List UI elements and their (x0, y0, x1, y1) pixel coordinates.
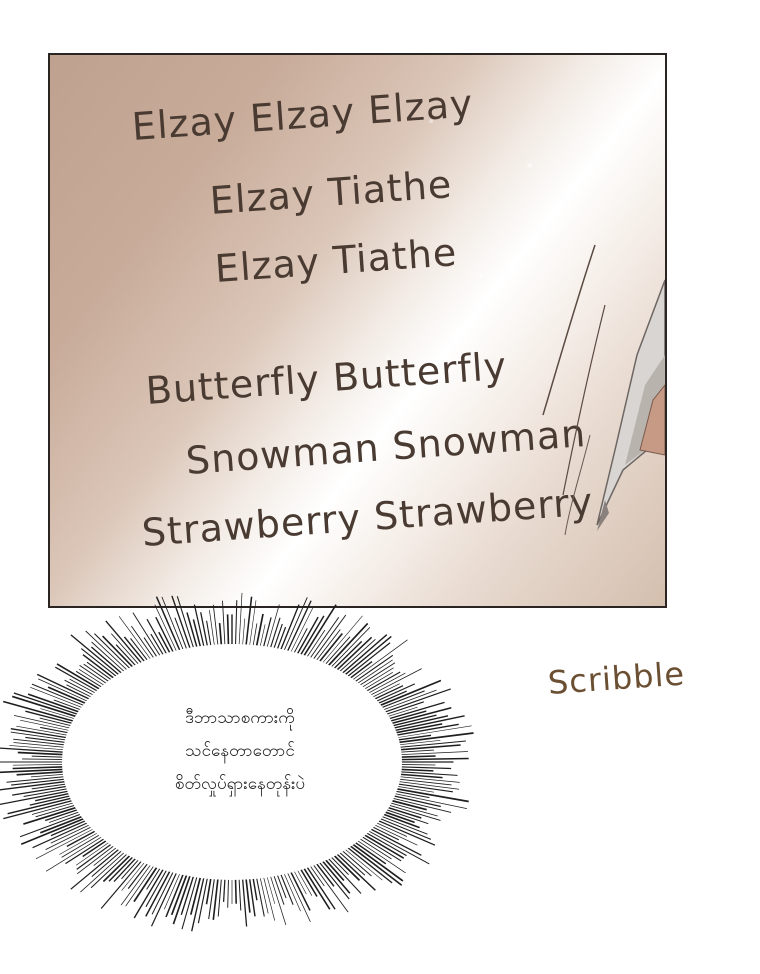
burst-spike (76, 842, 114, 870)
burst-spike (266, 875, 276, 904)
burst-spike (45, 825, 94, 851)
burst-spike (218, 623, 223, 647)
burst-spike (31, 755, 66, 758)
burst-spike (397, 749, 434, 753)
burst-spike (123, 636, 147, 664)
burst-spike (80, 648, 119, 679)
burst-spike (75, 670, 104, 689)
burst-spike (234, 600, 238, 647)
handwriting-line: Elzay Elzay Elzay (130, 81, 475, 149)
sound-effect-text: Scribble (546, 654, 687, 702)
burst-spike (262, 617, 272, 649)
burst-spike (13, 715, 73, 729)
handwriting-line: Snowman Snowman (184, 411, 588, 483)
burst-spike (32, 821, 90, 849)
burst-spike (65, 837, 107, 865)
burst-spike (91, 641, 127, 674)
burst-spike (70, 634, 121, 677)
comic-panel: Elzay Elzay Elzay Elzay Tiathe Elzay Tia… (48, 53, 667, 608)
burst-spike (165, 872, 185, 918)
burst-spike (382, 810, 415, 824)
handwriting-line: Butterfly Butterfly (144, 343, 509, 413)
handwriting-line: Strawberry Strawberry (140, 479, 595, 555)
burst-spike (360, 835, 402, 862)
burst-spike (222, 600, 226, 647)
burst-spike (76, 844, 116, 875)
burst-spike (12, 766, 66, 770)
burst-spike (302, 604, 337, 658)
burst-spike (398, 766, 452, 770)
burst-spike (226, 614, 230, 647)
burst-spike (398, 757, 469, 761)
burst-spike (217, 877, 223, 917)
handwriting-line: Elzay Tiathe (213, 230, 459, 291)
burst-spike (245, 877, 251, 913)
burst-spike (255, 613, 264, 648)
burst-spike (6, 775, 67, 783)
burst-spike (93, 845, 119, 866)
burst-spike (155, 616, 175, 654)
burst-spike (234, 877, 237, 904)
bubble-line: စိတ်လှုပ်ရှားနေတုန်းပဲ (174, 774, 306, 794)
burst-spike (259, 875, 269, 914)
burst-spike (296, 868, 313, 896)
burst-spike (335, 852, 376, 891)
burst-spike (255, 876, 265, 917)
bubble-line: သင်နေတာတောင် (185, 741, 295, 761)
burst-spike (397, 744, 461, 751)
burst-spike (362, 833, 405, 859)
burst-spike (25, 736, 68, 744)
burst-spike (171, 595, 192, 651)
burst-spike (17, 751, 66, 756)
burst-spike (64, 679, 96, 697)
burst-spike (396, 778, 452, 786)
burst-spike (22, 758, 66, 761)
burst-spike (222, 877, 226, 902)
burst-spike (397, 776, 460, 783)
burst-spike (252, 876, 258, 901)
burst-spike (30, 773, 67, 778)
burst-spike (86, 661, 114, 682)
burst-spike (19, 812, 83, 838)
burst-spike (66, 829, 98, 848)
burst-spike (12, 764, 66, 766)
burst-spike (238, 877, 242, 911)
burst-spike (362, 671, 393, 691)
burst-spike (355, 659, 393, 685)
burst-spike (279, 604, 300, 652)
burst-spike (238, 592, 243, 647)
burst-spike (172, 873, 192, 925)
burst-spike (192, 619, 202, 649)
burst-spike (36, 673, 92, 701)
burst-spike (398, 768, 434, 772)
burst-spike (305, 865, 336, 910)
burst-spike (78, 668, 107, 687)
burst-spike (398, 755, 436, 758)
burst-spike (377, 817, 432, 840)
burst-spike (394, 787, 469, 803)
burst-spike (82, 838, 109, 858)
burst-spike (0, 747, 67, 753)
speech-bubble-text: ဒီဘာသာစကားကို သင်နေတာတောင် စိတ်လှုပ်ရှား… (90, 702, 390, 801)
burst-spike (343, 847, 383, 881)
handwritten-page: Elzay Elzay Elzay Elzay Tiathe Elzay Tia… (50, 55, 665, 606)
bubble-line: ဒီဘာသာစကားကို (185, 708, 295, 728)
burst-spike (200, 612, 209, 648)
burst-spike (227, 877, 229, 908)
burst-spike (242, 618, 246, 647)
burst-spike (118, 616, 152, 661)
burst-spike (40, 726, 71, 734)
burst-spike (13, 742, 67, 748)
burst-spike (376, 819, 436, 846)
burst-spike (398, 763, 436, 766)
handwriting-line: Elzay Tiathe (208, 162, 454, 223)
burst-spike (311, 614, 347, 661)
